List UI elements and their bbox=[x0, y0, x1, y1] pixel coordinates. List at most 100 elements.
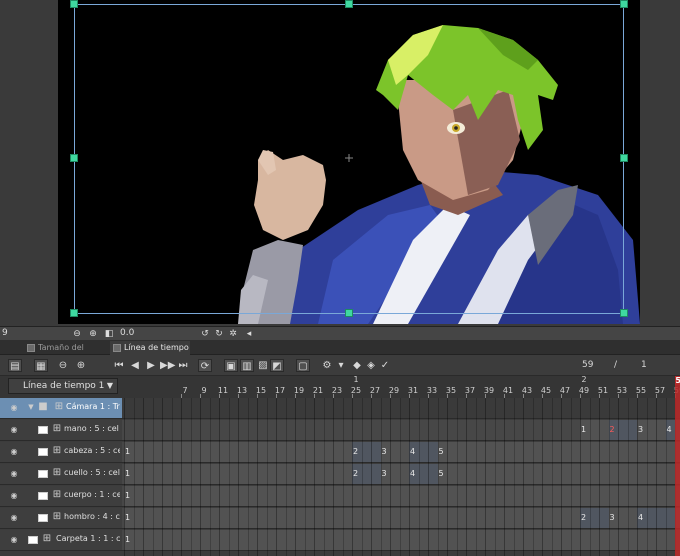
plus-icon[interactable]: ⊞ bbox=[52, 424, 62, 434]
cel-marker[interactable]: 2 bbox=[353, 469, 358, 478]
settings-icon[interactable]: ✲ bbox=[228, 329, 238, 339]
plus-icon[interactable]: ⊞ bbox=[52, 468, 62, 478]
camera-handle-bottom-center[interactable] bbox=[345, 309, 353, 317]
cel-marker[interactable]: 1 bbox=[581, 425, 586, 434]
layer-header[interactable]: ◉ ⊞ cabeza : 5 : cel bbox=[0, 442, 122, 462]
delete-cel-icon[interactable]: ▨ bbox=[256, 359, 270, 372]
canvas-area[interactable] bbox=[0, 0, 680, 326]
camera-handle-bottom-right[interactable] bbox=[620, 309, 628, 317]
layer-row[interactable]: ◉ ⊞hombro : 4 : cel 1 2 3 4 bbox=[0, 508, 680, 529]
layer-row[interactable]: ◉ ▼■ ⊞Cámara 1 : Tram bbox=[0, 398, 680, 419]
layer-frames[interactable] bbox=[122, 398, 680, 418]
cel-marker[interactable]: 1 bbox=[125, 447, 130, 456]
keyframe-check-icon[interactable]: ✓ bbox=[378, 359, 392, 372]
cel-marker[interactable]: 2 bbox=[353, 447, 358, 456]
keyframe-dropdown-icon[interactable]: ▾ bbox=[334, 359, 348, 372]
zoom-in-icon[interactable]: ⊕ bbox=[74, 359, 88, 372]
keyframe-icon[interactable]: ⚙ bbox=[320, 359, 334, 372]
prev-frame-icon[interactable]: ◀ bbox=[128, 359, 142, 372]
camera-handle-top-right[interactable] bbox=[620, 0, 628, 8]
layer-header[interactable]: ◉ ⊞ Carpeta 1 : 1 : cel bbox=[0, 530, 122, 550]
new-cel-icon[interactable]: ▣ bbox=[224, 359, 238, 372]
cel-marker[interactable]: 5 bbox=[439, 447, 444, 456]
layer-row[interactable]: ◉ ⊞ Carpeta 1 : 1 : cel 1 bbox=[0, 530, 680, 551]
camera-handle-top-center[interactable] bbox=[345, 0, 353, 8]
camera-handle-mid-left[interactable] bbox=[70, 154, 78, 162]
camera-handle-mid-right[interactable] bbox=[620, 154, 628, 162]
camera-handle-top-left[interactable] bbox=[70, 0, 78, 8]
cel-marker[interactable]: 1 bbox=[125, 491, 130, 500]
tab-timeline[interactable]: Línea de tiempo bbox=[110, 341, 190, 355]
cel-marker[interactable]: 3 bbox=[638, 425, 643, 434]
eye-icon[interactable]: ◉ bbox=[9, 514, 19, 522]
specify-cel-icon[interactable]: ▥ bbox=[240, 359, 254, 372]
artwork-stage[interactable] bbox=[58, 0, 640, 324]
playhead[interactable]: 59 bbox=[675, 376, 680, 556]
redo-rotate-icon[interactable]: ↻ bbox=[214, 329, 224, 339]
undo-rotate-icon[interactable]: ↺ bbox=[200, 329, 210, 339]
cel-marker[interactable]: 2 bbox=[581, 513, 586, 522]
layer-frames[interactable]: 1 bbox=[122, 530, 680, 550]
ruler-frame-number: 15 bbox=[255, 386, 267, 395]
new-timeline-icon[interactable]: ▤ bbox=[8, 359, 22, 372]
cel-marker[interactable]: 3 bbox=[382, 469, 387, 478]
plus-icon[interactable]: ⊞ bbox=[42, 534, 52, 544]
layer-header[interactable]: ◉ ⊞ mano : 5 : cel bbox=[0, 420, 122, 440]
layer-frames[interactable]: 1 2 3 4 bbox=[122, 508, 680, 528]
first-frame-icon[interactable]: ⏮ bbox=[112, 359, 126, 372]
light-table-icon[interactable]: ▢ bbox=[296, 359, 310, 372]
eye-icon[interactable]: ◉ bbox=[9, 404, 19, 412]
layer-row[interactable]: ◉⊞mano : 5 : cel12345 bbox=[0, 420, 680, 441]
timeline-selector[interactable]: Línea de tiempo 1 ▼ bbox=[8, 378, 118, 394]
rotate-right-icon[interactable]: ⊕ bbox=[88, 329, 98, 339]
camera-handle-bottom-left[interactable] bbox=[70, 309, 78, 317]
zoom-out-icon[interactable]: ⊖ bbox=[56, 359, 70, 372]
onion-skin-icon[interactable]: ◩ bbox=[270, 359, 284, 372]
plus-icon[interactable]: ⊞ bbox=[52, 490, 62, 500]
cel-marker[interactable]: 3 bbox=[382, 447, 387, 456]
cel-marker[interactable]: 5 bbox=[439, 469, 444, 478]
expand-triangle-icon[interactable]: ▼ bbox=[26, 402, 36, 412]
eye-icon[interactable]: ◉ bbox=[9, 470, 19, 478]
layer-header[interactable]: ◉ ▼■ ⊞Cámara 1 : Tram bbox=[0, 398, 122, 418]
cel-marker[interactable]: 3 bbox=[610, 513, 615, 522]
cel-marker[interactable]: 4 bbox=[410, 447, 415, 456]
plus-icon[interactable]: ⊞ bbox=[54, 402, 64, 412]
plus-icon[interactable]: ⊞ bbox=[52, 446, 62, 456]
eye-icon[interactable]: ◉ bbox=[9, 492, 19, 500]
layer-frames[interactable]: 1 2 3 4 5 bbox=[122, 464, 680, 484]
scroll-left-icon[interactable]: ◂ bbox=[244, 329, 254, 339]
layer-name: Carpeta 1 : 1 : cel bbox=[56, 534, 120, 543]
keyframe-interp-icon[interactable]: ◈ bbox=[364, 359, 378, 372]
eye-icon[interactable]: ◉ bbox=[9, 426, 19, 434]
loop-icon[interactable]: ⟳ bbox=[198, 359, 212, 372]
frame-ruler[interactable]: 7 9 11 13 15 17 19 21 23 25 27 29 31 33 35 37 39 41 43 45 47… bbox=[122, 375, 680, 398]
play-icon[interactable]: ▶ bbox=[144, 359, 158, 372]
add-keyframe-icon[interactable]: ◆ bbox=[350, 359, 364, 372]
plus-icon[interactable]: ⊞ bbox=[52, 512, 62, 522]
layer-row[interactable]: ◉ ⊞ cabeza : 5 : cel 1 2 3 4 5 bbox=[0, 442, 680, 463]
layer-frames[interactable]: 1 2 3 4 5 bbox=[122, 442, 680, 462]
eye-icon[interactable]: ◉ bbox=[9, 536, 19, 544]
edit-timeline-icon[interactable]: ▦ bbox=[34, 359, 48, 372]
cel-marker[interactable]: 1 bbox=[125, 535, 130, 544]
tab-brush-size[interactable]: Tamaño del pincel bbox=[24, 341, 108, 366]
layer-header[interactable]: ◉ ⊞ cuerpo : 1 : cel bbox=[0, 486, 122, 506]
cel-marker[interactable]: 4 bbox=[410, 469, 415, 478]
layer-row[interactable]: ◉ ⊞ cuello : 5 : cel 1 2 3 4 5 bbox=[0, 464, 680, 485]
layer-frames[interactable]: 1 bbox=[122, 486, 680, 506]
cel-marker[interactable]: 2 bbox=[610, 425, 615, 434]
cel-marker[interactable]: 4 bbox=[638, 513, 643, 522]
cel-marker[interactable]: 1 bbox=[125, 469, 130, 478]
last-frame-icon[interactable]: ⏭ bbox=[176, 359, 190, 372]
layer-row[interactable]: ◉ ⊞ cuerpo : 1 : cel 1 bbox=[0, 486, 680, 507]
layer-header[interactable]: ◉ ⊞hombro : 4 : cel bbox=[0, 508, 122, 528]
cel-marker[interactable]: 1 bbox=[125, 513, 130, 522]
eye-icon[interactable]: ◉ bbox=[9, 448, 19, 456]
layer-frames[interactable]: 12345 bbox=[122, 420, 680, 440]
rotate-left-icon[interactable]: ⊖ bbox=[72, 329, 82, 339]
cel-marker[interactable]: 4 bbox=[667, 425, 672, 434]
flip-icon[interactable]: ◧ bbox=[104, 329, 114, 339]
layer-header[interactable]: ◉ ⊞ cuello : 5 : cel bbox=[0, 464, 122, 484]
next-frame-icon[interactable]: ▶▶ bbox=[160, 359, 175, 372]
